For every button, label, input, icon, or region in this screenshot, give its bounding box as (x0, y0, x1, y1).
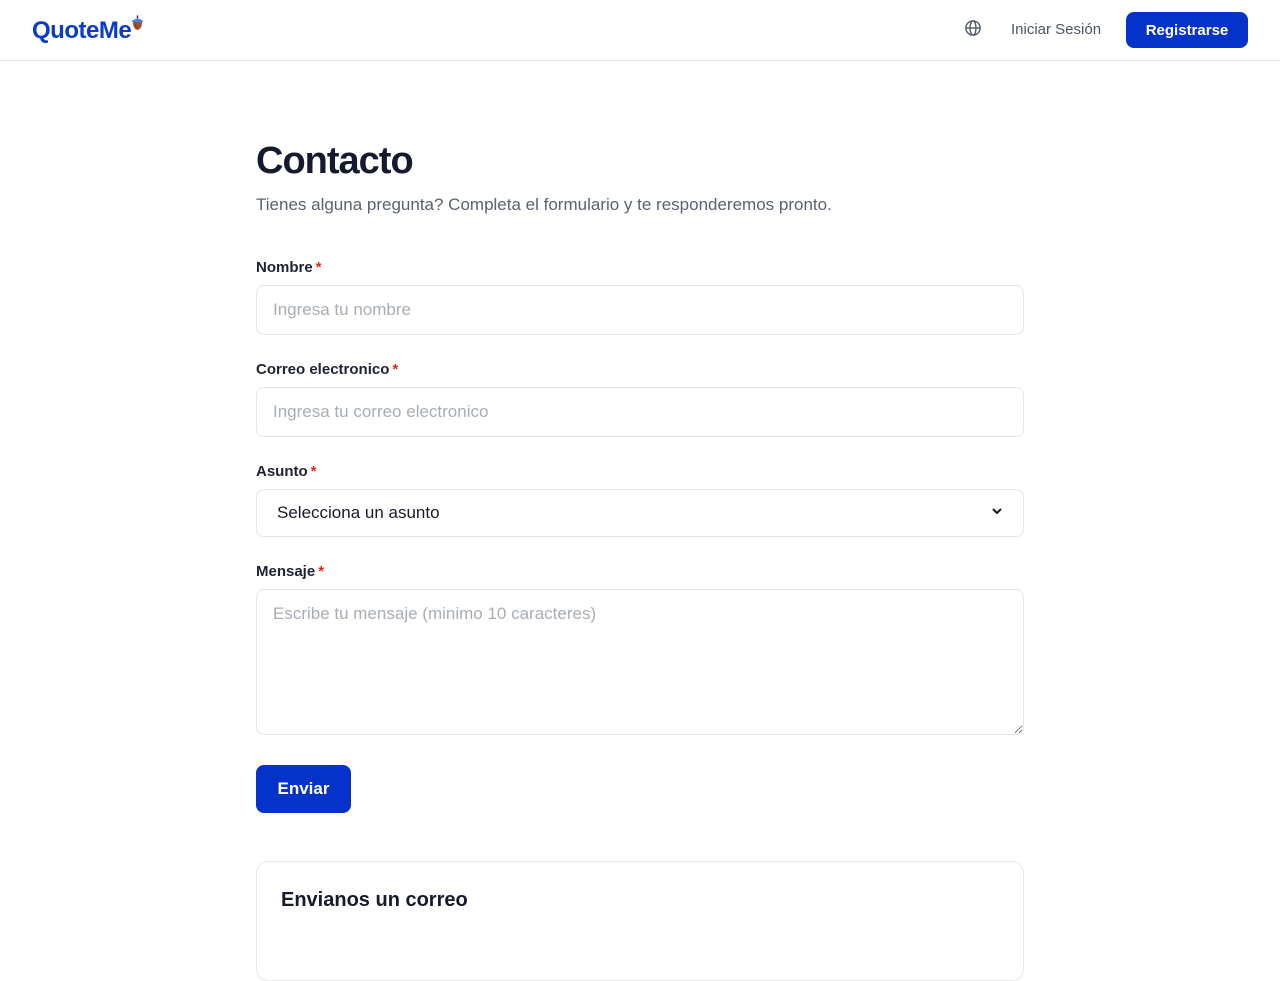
message-label: Mensaje * (256, 562, 324, 582)
page-subtitle: Tienes alguna pregunta? Completa el form… (256, 195, 832, 214)
globe-icon (964, 19, 982, 42)
email-card-title: Envianos un correo (281, 889, 468, 911)
language-selector-button[interactable] (962, 19, 984, 41)
logo-text: QuoteMe (32, 17, 132, 44)
message-textarea[interactable] (256, 589, 1024, 735)
signin-link[interactable]: Iniciar Sesión (1011, 20, 1101, 40)
message-label-text: Mensaje (256, 563, 316, 580)
required-mark: * (392, 361, 399, 378)
acorn-icon (131, 15, 144, 36)
quoteme-logo[interactable]: QuoteMe (32, 15, 144, 46)
subject-select[interactable]: Selecciona un asunto (256, 489, 1024, 537)
name-input[interactable] (256, 285, 1024, 335)
subject-label: Asunto * (256, 462, 317, 482)
email-contact-card: Envianos un correo (256, 861, 1024, 981)
name-label-text: Nombre (256, 259, 313, 276)
subject-selected-value: Selecciona un asunto (277, 503, 440, 522)
email-label-text: Correo electronico (256, 361, 390, 378)
required-mark: * (310, 463, 317, 480)
subject-label-text: Asunto (256, 463, 308, 480)
email-input[interactable] (256, 387, 1024, 437)
register-button[interactable]: Registrarse (1126, 12, 1248, 48)
top-navigation-bar: QuoteMe Iniciar Sesión Registrarse (0, 0, 1280, 61)
required-mark: * (318, 563, 325, 580)
required-mark: * (315, 259, 322, 276)
page-title: Contacto (256, 140, 414, 182)
chevron-down-icon (991, 504, 1003, 522)
email-label: Correo electronico * (256, 360, 398, 380)
submit-button[interactable]: Enviar (256, 765, 351, 813)
name-label: Nombre * (256, 258, 322, 278)
contact-page-content: Contacto Tienes alguna pregunta? Complet… (256, 138, 1024, 981)
